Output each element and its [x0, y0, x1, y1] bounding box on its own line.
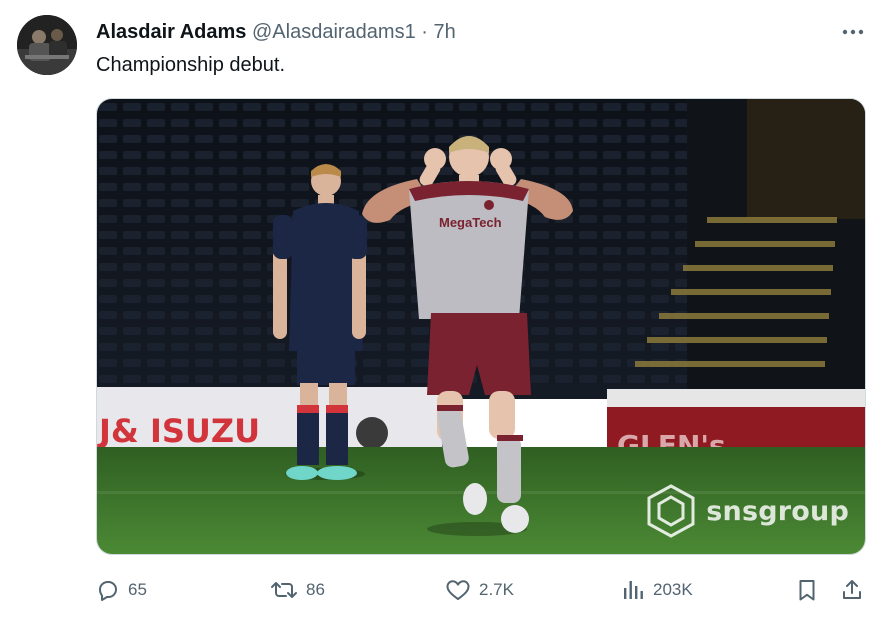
repost-count: 86 — [306, 580, 325, 599]
reply-icon — [99, 581, 117, 601]
tweet-text: Championship debut. — [96, 54, 286, 76]
more-options-button[interactable] — [838, 22, 868, 42]
more-horizontal-icon — [842, 29, 864, 35]
like-button[interactable]: 2.7K — [445, 572, 514, 608]
views-icon — [624, 581, 643, 599]
tweet-media-photo[interactable]: J& ISUZU GLEN's MegaTech snsgroup — [96, 98, 866, 555]
author-avatar[interactable] — [17, 15, 77, 75]
tweet-timestamp[interactable]: 7h — [434, 21, 456, 43]
bookmark-icon — [799, 580, 815, 601]
repost-button[interactable]: 86 — [270, 572, 325, 608]
view-count: 203K — [653, 580, 693, 599]
heart-icon — [446, 580, 470, 600]
avatar-image — [17, 15, 77, 75]
author-handle[interactable]: @Alasdairadams1 — [252, 21, 416, 43]
watermark-text: snsgroup — [706, 495, 849, 527]
share-button[interactable] — [840, 572, 864, 608]
tweet-header: Alasdair Adams @Alasdairadams1 · 7h — [96, 19, 456, 45]
header-separator: · — [421, 21, 428, 43]
sponsor-board-left: J& ISUZU — [97, 412, 260, 450]
tweet-action-bar: 65 86 2.7K 203K — [0, 572, 890, 608]
photo-watermark: snsgroup — [646, 484, 849, 538]
like-count: 2.7K — [479, 580, 514, 599]
bookmark-button[interactable] — [795, 572, 819, 608]
reply-count: 65 — [128, 580, 147, 599]
repost-icon — [271, 582, 297, 598]
shirt-sponsor-text: MegaTech — [439, 215, 502, 230]
reply-button[interactable]: 65 — [96, 572, 147, 608]
share-icon — [843, 580, 861, 599]
author-display-name[interactable]: Alasdair Adams — [96, 21, 246, 43]
views-button[interactable]: 203K — [621, 572, 693, 608]
snsgroup-logo-icon — [647, 484, 695, 538]
